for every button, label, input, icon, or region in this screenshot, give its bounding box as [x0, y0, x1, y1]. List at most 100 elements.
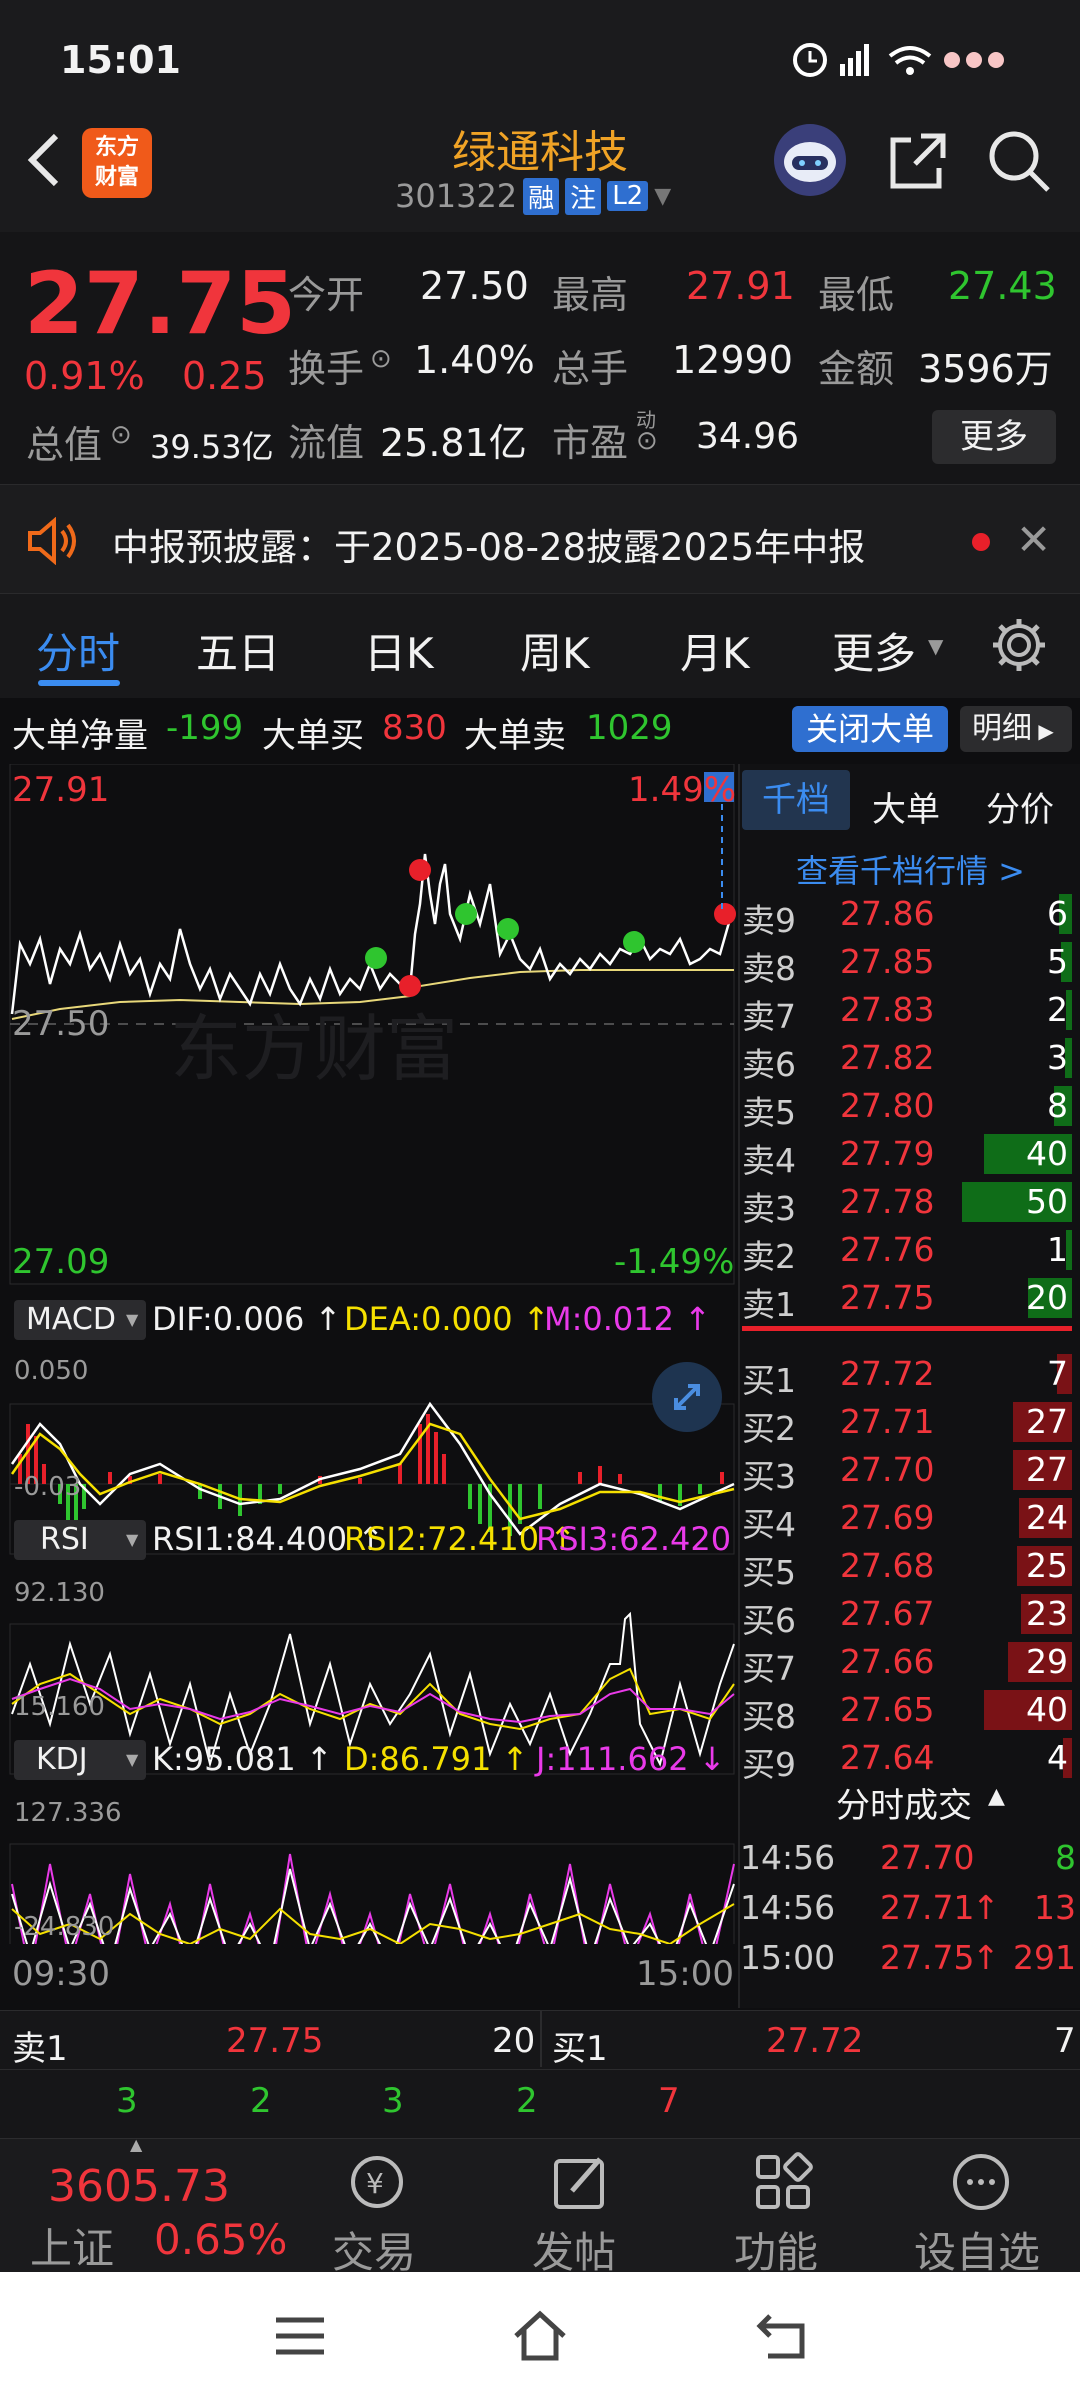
view-thousand-level-link[interactable]: 查看千档行情 > — [796, 846, 1025, 892]
buy-row[interactable]: 买4 27.69 24 — [742, 1494, 1080, 1544]
speaker-icon — [26, 516, 82, 566]
sell-level-volume: 6 — [1047, 894, 1068, 933]
rsi-selector[interactable]: RSI ▼ — [14, 1520, 146, 1560]
tab-more[interactable]: 更多 — [832, 620, 916, 681]
buy-row[interactable]: 买8 27.65 40 — [742, 1686, 1080, 1736]
sell-row[interactable]: 卖4 27.79 40 — [742, 1130, 1080, 1180]
sell-row[interactable]: 卖8 27.85 5 — [742, 938, 1080, 988]
buy-row[interactable]: 买9 27.64 4 — [742, 1734, 1080, 1784]
low-label: 最低 — [818, 273, 895, 317]
turnover-info-icon[interactable]: ⊙ — [370, 344, 392, 374]
sell-level-price: 27.79 — [840, 1134, 935, 1173]
sell-level-volume: 50 — [1026, 1182, 1068, 1221]
macd-m-value: M:0.012 — [544, 1300, 674, 1338]
ticks-title: 分时成交 — [836, 1786, 972, 1826]
tab-daily-k[interactable]: 日K — [364, 620, 434, 681]
volume-value: 12990 — [672, 338, 793, 382]
sell-row[interactable]: 卖1 27.75 20 — [742, 1274, 1080, 1324]
home-icon[interactable] — [510, 2308, 570, 2364]
sell-level-label: 卖5 — [742, 1093, 796, 1132]
chart-area: 大单净量 -199 大单买 830 大单卖 1029 关闭大单 明细 ▶ 东方财… — [0, 698, 1080, 2010]
close-icon[interactable]: ✕ — [1016, 515, 1051, 564]
sell-row[interactable]: 卖5 27.80 8 — [742, 1082, 1080, 1132]
detail-button[interactable]: 明细 ▶ — [960, 706, 1072, 752]
last-price: 27.75 — [24, 254, 297, 354]
settings-gear-icon[interactable] — [990, 616, 1048, 674]
buy-level-price: 27.69 — [840, 1498, 935, 1537]
tick-price: 27.75 — [880, 1938, 975, 1977]
menu-icon[interactable] — [272, 2314, 328, 2358]
sell-level-volume: 5 — [1047, 942, 1068, 981]
sell-queue-item: 3 — [382, 2081, 404, 2121]
buy-level-price: 27.67 — [840, 1594, 935, 1633]
notice-bar[interactable]: 中报预披露：于2025-08-28披露2025年中报 ✕ — [0, 484, 1080, 594]
pe-info-icon[interactable]: ⊙ — [636, 426, 658, 456]
pe-value: 34.96 — [696, 416, 800, 457]
svg-text:¥: ¥ — [366, 2167, 384, 2200]
close-bigorder-button[interactable]: 关闭大单 — [792, 706, 948, 752]
chart-mid-price: 27.50 — [12, 1004, 110, 1044]
sell-level-label: 卖8 — [742, 949, 796, 988]
bigorder-net-label: 大单净量 — [12, 716, 148, 756]
index-ticker[interactable]: ▲ 3605.73 上证 0.65% — [0, 2135, 300, 2273]
tab-monthly-k[interactable]: 月K — [680, 620, 750, 681]
info-icon[interactable]: ⊙ — [110, 420, 132, 450]
nav-add-watchlist[interactable]: 设自选 — [900, 2139, 1070, 2277]
bigorder-buy-value: 830 — [382, 708, 447, 748]
status-time: 15:01 — [60, 38, 181, 82]
sell-level-price: 27.85 — [840, 942, 935, 981]
orderbook-tab-thousand[interactable]: 千档 — [742, 770, 850, 830]
sell-row[interactable]: 卖6 27.82 3 — [742, 1034, 1080, 1084]
float-value: 25.81亿 — [380, 421, 527, 465]
macd-selector[interactable]: MACD ▼ — [14, 1300, 146, 1340]
sell-row[interactable]: 卖2 27.76 1 — [742, 1226, 1080, 1276]
bottom-navigation: ▲ 3605.73 上证 0.65% ¥ 交易 发帖 功能 设自选 — [0, 2135, 1080, 2277]
index-change: 0.65% — [154, 2215, 288, 2264]
stock-code-row[interactable]: 301322 融 注 L2 ▼ — [395, 176, 671, 216]
share-icon[interactable] — [885, 130, 949, 194]
buy-row[interactable]: 买6 27.67 23 — [742, 1590, 1080, 1640]
buy-row[interactable]: 买3 27.70 27 — [742, 1446, 1080, 1496]
change-amount: 0.25 — [182, 354, 267, 398]
more-button[interactable]: 更多 — [932, 410, 1056, 464]
kdj-selector[interactable]: KDJ ▼ — [14, 1740, 146, 1780]
buy-row[interactable]: 买7 27.66 29 — [742, 1638, 1080, 1688]
buy-level-volume: 24 — [1026, 1498, 1068, 1537]
mktcap-label: 总值 — [26, 423, 103, 467]
tick-price: 27.71 — [880, 1888, 975, 1927]
sell-row[interactable]: 卖3 27.78 50 — [742, 1178, 1080, 1228]
sell-level-label: 卖7 — [742, 997, 796, 1036]
macd-dea: DEA:0.000 ↑ — [344, 1300, 550, 1338]
turnover-value: 1.40% — [414, 338, 535, 382]
fullscreen-expand-icon[interactable] — [652, 1362, 722, 1432]
sell-level-price: 27.86 — [840, 894, 935, 933]
sell-row[interactable]: 卖9 27.86 6 — [742, 890, 1080, 940]
nav-functions[interactable]: 功能 — [712, 2139, 852, 2277]
buy-row[interactable]: 买2 27.71 27 — [742, 1398, 1080, 1448]
search-icon[interactable] — [986, 128, 1052, 194]
kdj-j: J:111.662 ↓ — [536, 1740, 726, 1778]
sell-row[interactable]: 卖7 27.83 2 — [742, 986, 1080, 1036]
nav-trade[interactable]: ¥ 交易 — [310, 2139, 450, 2277]
orderbook-tab-bigorder[interactable]: 大单 — [872, 782, 940, 831]
buy-row[interactable]: 买1 27.72 7 — [742, 1350, 1080, 1400]
nav-post[interactable]: 发帖 — [510, 2139, 650, 2277]
tab-weekly-k[interactable]: 周K — [520, 620, 590, 681]
back-nav-icon[interactable] — [754, 2310, 810, 2362]
level1-panel: 卖1 27.75 20 买1 27.72 7 3 2 3 2 7 — [0, 2010, 1080, 2138]
sell-level-volume: 2 — [1047, 990, 1068, 1029]
tab-five-day[interactable]: 五日 — [196, 620, 280, 681]
macd-dif: DIF:0.006 ↑ — [152, 1300, 342, 1338]
sell-level-volume: 8 — [1047, 1086, 1068, 1125]
sell-level-label: 卖2 — [742, 1237, 796, 1276]
sell-level-price: 27.80 — [840, 1086, 935, 1125]
bigorder-net-value: -199 — [166, 708, 244, 748]
high-value: 27.91 — [686, 264, 795, 308]
buy-row[interactable]: 买5 27.68 25 — [742, 1542, 1080, 1592]
tab-intraday[interactable]: 分时 — [36, 620, 120, 681]
stock-code: 301322 — [395, 177, 518, 215]
buy-level-label: 买6 — [742, 1601, 796, 1640]
sell-level-price: 27.82 — [840, 1038, 935, 1077]
orderbook-tab-byprice[interactable]: 分价 — [986, 782, 1054, 831]
robot-assistant-icon[interactable] — [772, 122, 848, 198]
